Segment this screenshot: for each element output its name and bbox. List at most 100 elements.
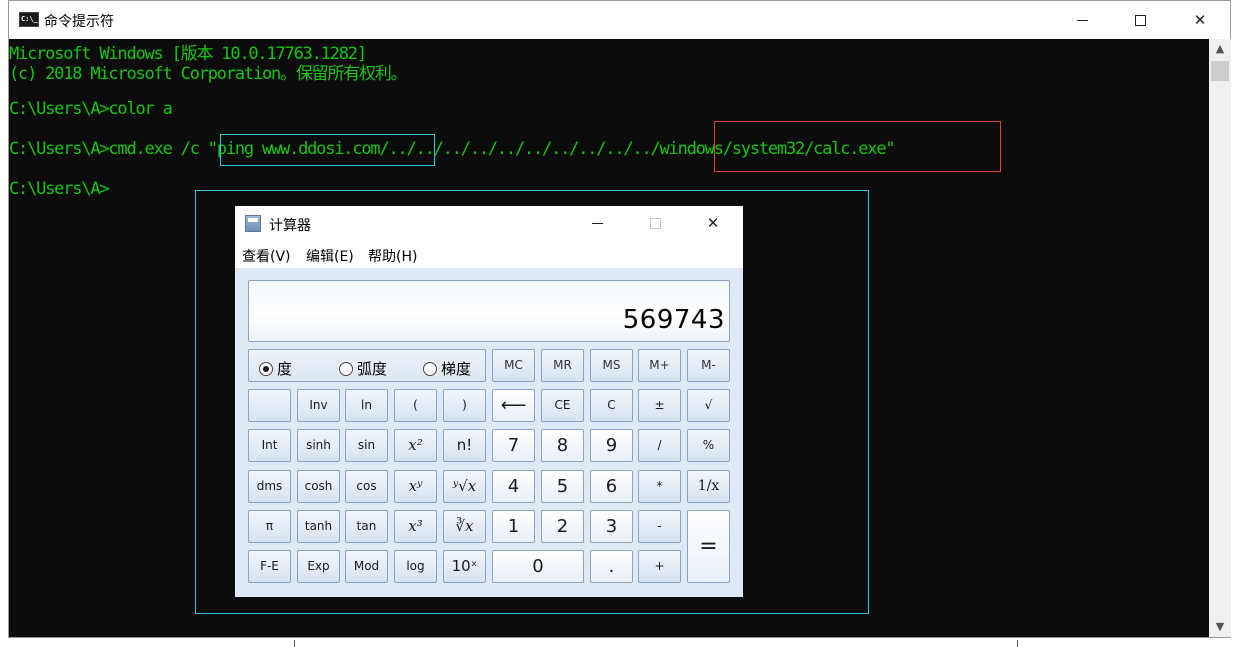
calculator-titlebar[interactable]: 计算器 ✕: [235, 206, 743, 240]
divide-button[interactable]: /: [638, 429, 681, 462]
console-prompt: C:\Users\A>: [9, 179, 110, 199]
yroot-button[interactable]: ʸ√x: [443, 470, 486, 503]
scroll-up-icon[interactable]: ▲: [1209, 39, 1231, 59]
tan-button[interactable]: tan: [345, 510, 388, 543]
scroll-down-icon[interactable]: ▼: [1209, 617, 1231, 637]
pi-button[interactable]: π: [248, 510, 291, 543]
power-button[interactable]: xʸ: [394, 470, 437, 503]
radio-selected-icon: [259, 362, 273, 376]
close-icon: ✕: [1193, 11, 1207, 29]
console-icon: C:\_: [19, 12, 39, 27]
exp-button[interactable]: Exp: [297, 550, 340, 583]
minimize-icon: [1076, 20, 1088, 21]
bottom-strip: [0, 638, 1239, 647]
minimize-icon: [591, 223, 603, 224]
radio-label: 梯度: [441, 360, 472, 378]
radio-label: 度: [277, 360, 293, 378]
sin-button[interactable]: sin: [345, 429, 388, 462]
log-button[interactable]: log: [394, 550, 437, 583]
tanh-button[interactable]: tanh: [297, 510, 340, 543]
close-button[interactable]: ✕: [1171, 1, 1229, 39]
highlight-box-ping-url: [220, 134, 435, 166]
calculator-icon: [245, 215, 261, 232]
calculator-minimize-button[interactable]: [573, 206, 621, 240]
window-title: 命令提示符: [44, 14, 114, 30]
mr-button[interactable]: MR: [541, 349, 584, 382]
console-line: (c) 2018 Microsoft Corporation。保留所有权利。: [9, 64, 408, 84]
digit-6-button[interactable]: 6: [590, 470, 633, 503]
ln-button[interactable]: ln: [345, 389, 388, 422]
console-line: C:\Users\A>color a: [9, 99, 173, 119]
vertical-scrollbar[interactable]: ▲ ▼: [1209, 39, 1231, 637]
equals-button[interactable]: =: [687, 510, 730, 583]
radio-gradians[interactable]: 梯度: [423, 358, 471, 379]
ce-button[interactable]: CE: [541, 389, 584, 422]
calculator-title: 计算器: [269, 218, 311, 234]
radio-unselected-icon: [423, 362, 437, 376]
maximize-icon: [1134, 15, 1146, 26]
close-paren-button[interactable]: ): [443, 389, 486, 422]
blank-button[interactable]: [248, 389, 291, 422]
divider-tick: [1017, 640, 1018, 647]
multiply-button[interactable]: *: [638, 470, 681, 503]
dms-button[interactable]: dms: [248, 470, 291, 503]
maximize-button[interactable]: [1111, 1, 1169, 39]
digit-5-button[interactable]: 5: [541, 470, 584, 503]
menu-help[interactable]: 帮助(H): [368, 246, 417, 266]
highlight-box-calc-path: [714, 121, 1001, 172]
inv-button[interactable]: Inv: [297, 389, 340, 422]
radio-label: 弧度: [357, 360, 388, 378]
angle-mode-group: 度 弧度 梯度: [248, 349, 486, 382]
backspace-button[interactable]: ⟵: [492, 389, 535, 422]
radio-degrees[interactable]: 度: [259, 358, 292, 379]
calculator-maximize-button: [631, 206, 679, 240]
cosh-button[interactable]: cosh: [297, 470, 340, 503]
factorial-button[interactable]: n!: [443, 429, 486, 462]
menu-edit[interactable]: 编辑(E): [306, 246, 354, 266]
decimal-button[interactable]: .: [590, 550, 633, 583]
digit-1-button[interactable]: 1: [492, 510, 535, 543]
display-value: 569743: [622, 305, 725, 335]
maximize-icon: [649, 218, 661, 229]
ten-power-button[interactable]: 10ˣ: [443, 550, 486, 583]
scroll-thumb[interactable]: [1211, 61, 1229, 81]
digit-2-button[interactable]: 2: [541, 510, 584, 543]
digit-0-button[interactable]: 0: [492, 550, 584, 583]
calculator-menubar: 查看(V) 编辑(E) 帮助(H): [235, 240, 743, 268]
cube-root-button[interactable]: ∛x: [443, 510, 486, 543]
m-minus-button[interactable]: M-: [687, 349, 730, 382]
cmd-titlebar[interactable]: C:\_ 命令提示符 ✕: [9, 1, 1230, 39]
fe-button[interactable]: F-E: [248, 550, 291, 583]
close-icon: ✕: [706, 214, 720, 232]
menu-view[interactable]: 查看(V): [242, 246, 291, 266]
digit-3-button[interactable]: 3: [590, 510, 633, 543]
open-paren-button[interactable]: (: [394, 389, 437, 422]
int-button[interactable]: Int: [248, 429, 291, 462]
digit-8-button[interactable]: 8: [541, 429, 584, 462]
cube-button[interactable]: x³: [394, 510, 437, 543]
divider-tick: [294, 640, 295, 647]
square-button[interactable]: x²: [394, 429, 437, 462]
c-button[interactable]: C: [590, 389, 633, 422]
digit-4-button[interactable]: 4: [492, 470, 535, 503]
m-plus-button[interactable]: M+: [638, 349, 681, 382]
digit-7-button[interactable]: 7: [492, 429, 535, 462]
radio-radians[interactable]: 弧度: [339, 358, 387, 379]
calculator-close-button[interactable]: ✕: [689, 206, 737, 240]
ms-button[interactable]: MS: [590, 349, 633, 382]
radio-unselected-icon: [339, 362, 353, 376]
add-button[interactable]: +: [638, 550, 681, 583]
calculator-display: 569743: [248, 280, 730, 342]
percent-button[interactable]: %: [687, 429, 730, 462]
mc-button[interactable]: MC: [492, 349, 535, 382]
sqrt-button[interactable]: √: [687, 389, 730, 422]
digit-9-button[interactable]: 9: [590, 429, 633, 462]
negate-button[interactable]: ±: [638, 389, 681, 422]
reciprocal-button[interactable]: 1/x: [687, 470, 730, 503]
calculator-window: 计算器 ✕ 查看(V) 编辑(E) 帮助(H) 569743 度 弧度 梯度 M…: [235, 206, 743, 597]
minimize-button[interactable]: [1053, 1, 1111, 39]
sinh-button[interactable]: sinh: [297, 429, 340, 462]
subtract-button[interactable]: -: [638, 510, 681, 543]
cos-button[interactable]: cos: [345, 470, 388, 503]
mod-button[interactable]: Mod: [345, 550, 388, 583]
